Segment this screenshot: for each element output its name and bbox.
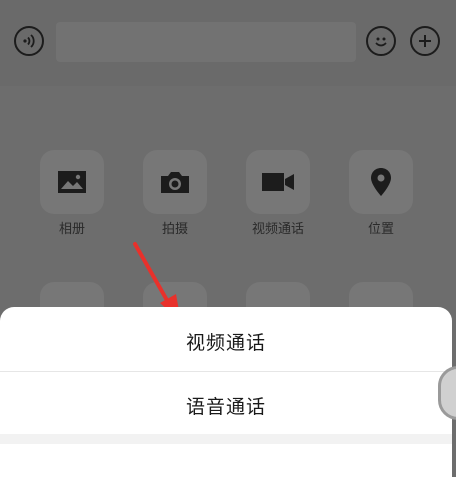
- sheet-divider: [0, 371, 452, 372]
- video-call-option[interactable]: 视频通话: [0, 309, 452, 373]
- call-action-sheet: 视频通话 语音通话: [0, 307, 452, 477]
- sheet-separator: [0, 434, 452, 444]
- voice-call-option[interactable]: 语音通话: [0, 373, 452, 437]
